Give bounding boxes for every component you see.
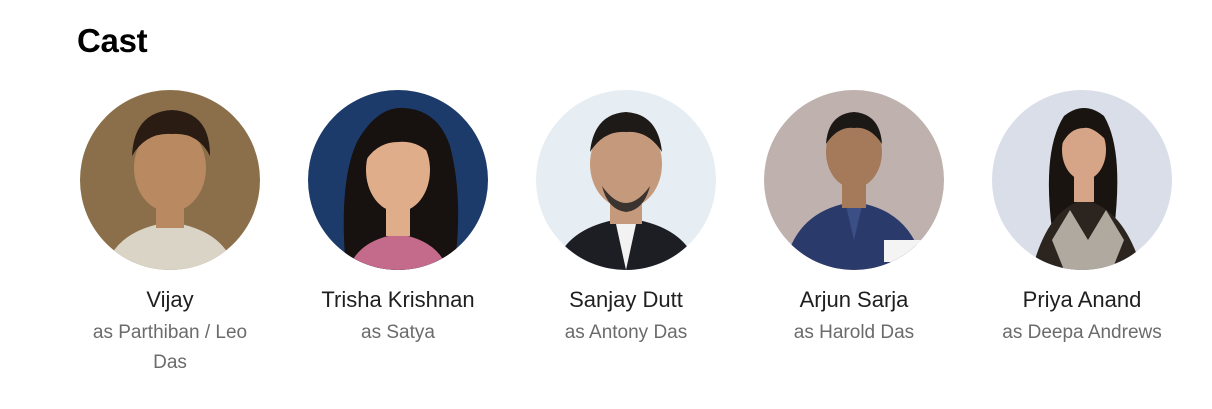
actor-name[interactable]: Vijay — [146, 286, 193, 314]
cast-card[interactable]: Vijay as Parthiban / Leo Das — [56, 90, 284, 378]
character-role: as Deepa Andrews — [1002, 322, 1162, 343]
cast-card[interactable]: Arjun Sarja as Harold Das — [740, 90, 968, 378]
person-photo-icon — [764, 90, 944, 270]
cast-card[interactable]: Trisha Krishnan as Satya — [284, 90, 512, 378]
person-photo-icon — [80, 90, 260, 270]
character-role: as Antony Das — [564, 322, 688, 343]
section-title: Cast — [77, 22, 148, 59]
person-photo-icon — [992, 90, 1172, 270]
character-role: as Harold Das — [793, 322, 915, 343]
avatar[interactable] — [536, 90, 716, 270]
cast-card[interactable]: Sanjay Dutt as Antony Das — [512, 90, 740, 378]
avatar[interactable] — [764, 90, 944, 270]
actor-name[interactable]: Trisha Krishnan — [321, 286, 474, 314]
person-photo-icon — [308, 90, 488, 270]
actor-name[interactable]: Sanjay Dutt — [569, 286, 683, 314]
person-photo-icon — [536, 90, 716, 270]
avatar[interactable] — [308, 90, 488, 270]
actor-name[interactable]: Arjun Sarja — [800, 286, 909, 314]
avatar[interactable] — [992, 90, 1172, 270]
character-role: as Parthiban / Leo Das — [92, 322, 248, 373]
cast-list: Vijay as Parthiban / Leo Das Trisha Kris… — [56, 90, 1196, 378]
cast-card[interactable]: Priya Anand as Deepa Andrews — [968, 90, 1196, 378]
avatar[interactable] — [80, 90, 260, 270]
actor-name[interactable]: Priya Anand — [1023, 286, 1142, 314]
character-role: as Satya — [361, 322, 435, 343]
